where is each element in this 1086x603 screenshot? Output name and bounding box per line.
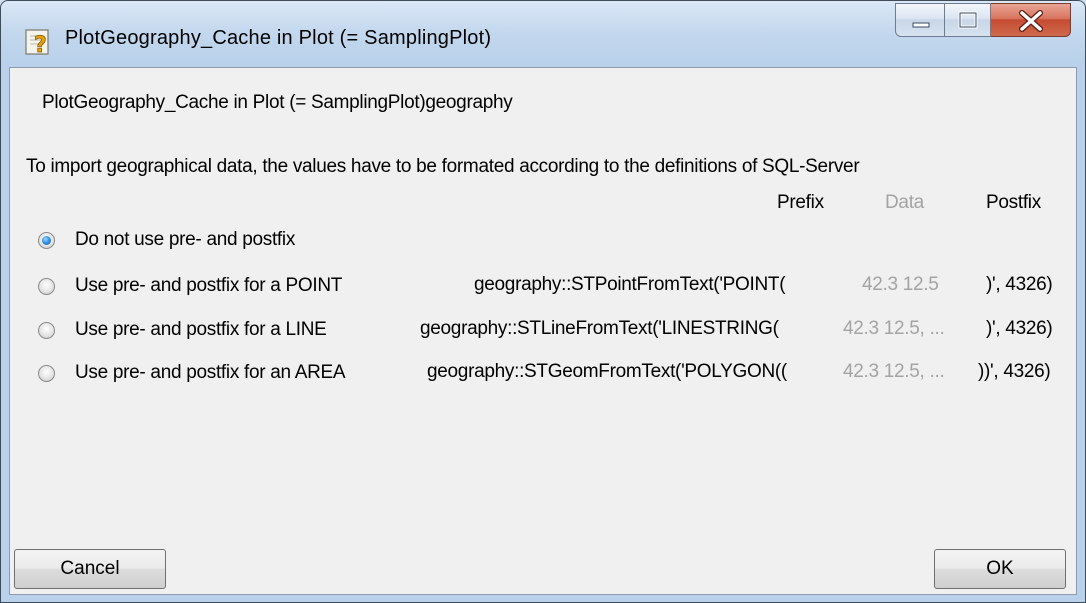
svg-text:?: ? xyxy=(34,33,47,57)
prefix-column-header: Prefix xyxy=(777,192,824,213)
close-icon xyxy=(1019,10,1043,32)
title-bar[interactable]: ? PlotGeography_Cache in Plot (= Samplin… xyxy=(1,1,1085,67)
option-area[interactable]: Use pre- and postfix for an AREA xyxy=(38,360,346,386)
area-postfix: ))', 4326) xyxy=(978,361,1051,382)
radio-button[interactable] xyxy=(38,364,55,382)
radio-button[interactable] xyxy=(38,321,55,339)
header-label: PlotGeography_Cache in Plot (= SamplingP… xyxy=(42,92,513,113)
minimize-icon xyxy=(912,22,930,28)
maximize-icon xyxy=(958,11,978,29)
minimize-button[interactable] xyxy=(895,3,945,37)
option-label: Use pre- and postfix for an AREA xyxy=(75,362,346,383)
help-question-icon: ? xyxy=(25,29,49,57)
point-data: 42.3 12.5 xyxy=(862,274,939,295)
line-data: 42.3 12.5, ... xyxy=(843,318,945,339)
cancel-button[interactable]: Cancel xyxy=(14,549,166,589)
radio-button[interactable] xyxy=(38,277,55,295)
area-data: 42.3 12.5, ... xyxy=(843,361,945,382)
info-label: To import geographical data, the values … xyxy=(26,156,860,177)
option-line[interactable]: Use pre- and postfix for a LINE xyxy=(38,317,327,343)
data-column-header: Data xyxy=(885,192,924,213)
postfix-column-header: Postfix xyxy=(986,192,1041,213)
maximize-button[interactable] xyxy=(945,3,991,37)
dialog-window: ? PlotGeography_Cache in Plot (= Samplin… xyxy=(0,0,1086,603)
option-point[interactable]: Use pre- and postfix for a POINT xyxy=(38,273,342,299)
dialog-body: PlotGeography_Cache in Plot (= SamplingP… xyxy=(9,67,1077,595)
line-prefix: geography::STLineFromText('LINESTRING( xyxy=(420,318,779,339)
option-label: Use pre- and postfix for a LINE xyxy=(75,319,327,340)
caption-buttons xyxy=(895,3,1071,39)
option-no-prefix[interactable]: Do not use pre- and postfix xyxy=(38,227,295,253)
ok-button[interactable]: OK xyxy=(934,549,1066,589)
close-button[interactable] xyxy=(991,3,1071,37)
line-postfix: )', 4326) xyxy=(986,318,1053,339)
option-label: Do not use pre- and postfix xyxy=(75,229,296,250)
option-label: Use pre- and postfix for a POINT xyxy=(75,275,343,296)
point-prefix: geography::STPointFromText('POINT( xyxy=(474,274,786,295)
radio-button[interactable] xyxy=(38,231,55,249)
point-postfix: )', 4326) xyxy=(986,274,1053,295)
area-prefix: geography::STGeomFromText('POLYGON(( xyxy=(427,361,787,382)
window-title: PlotGeography_Cache in Plot (= SamplingP… xyxy=(65,27,492,49)
